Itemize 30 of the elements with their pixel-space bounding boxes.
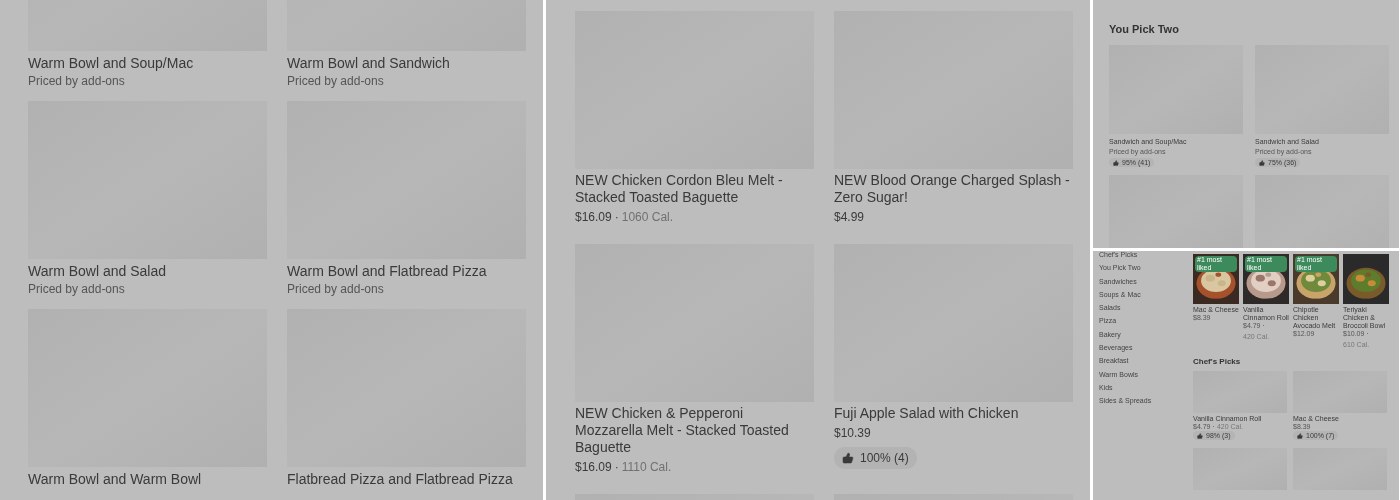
thumbs-up-icon — [842, 452, 854, 464]
item-price: $4.99 — [834, 209, 865, 226]
item-title[interactable]: Warm Bowl and Soup/Mac — [28, 54, 267, 72]
separator: · — [614, 459, 619, 476]
item-subtitle: Priced by add-ons — [287, 281, 385, 298]
item-title[interactable]: NEW Chicken & Pepperoni Mozzarella Melt - Stacked Toasted Baguette — [575, 405, 814, 456]
thumbs-up-icon — [1297, 432, 1303, 439]
item-price: $16.09 — [575, 209, 612, 226]
item-calories: 1110 Cal. — [621, 459, 672, 476]
section-heading: You Pick Two — [1109, 22, 1180, 36]
item-title[interactable]: Warm Bowl and Sandwich — [287, 54, 526, 72]
item-title[interactable]: NEW Chicken Cordon Bleu Melt - Stacked Toasted Baguette — [575, 172, 814, 206]
item-subtitle: Priced by add-ons — [287, 73, 385, 90]
item-title[interactable]: NEW Blood Orange Charged Splash - Zero Sugar! — [834, 172, 1073, 206]
item-title[interactable]: Fuji Apple Salad with Chicken — [834, 405, 1073, 422]
item-price: $16.09 — [575, 459, 612, 476]
thumbs-up-icon — [1197, 432, 1203, 439]
item-title[interactable]: Warm Bowl and Warm Bowl — [28, 470, 267, 488]
item-subtitle: Priced by add-ons — [28, 73, 126, 90]
item-title[interactable]: Warm Bowl and Salad — [28, 262, 267, 280]
section-heading: Chef's Picks — [1193, 357, 1242, 367]
thumbs-up-icon — [1259, 159, 1265, 166]
item-title[interactable]: Flatbread Pizza and Flatbread Pizza — [287, 470, 526, 488]
item-subtitle: Priced by add-ons — [28, 281, 126, 298]
item-price: $10.39 — [834, 425, 871, 442]
separator: · — [614, 209, 619, 226]
item-title[interactable]: Warm Bowl and Flatbread Pizza — [287, 262, 526, 280]
thumbs-up-icon — [1113, 159, 1119, 166]
rating-badge: 100% (4) — [834, 447, 917, 469]
item-calories: 1060 Cal. — [621, 209, 674, 226]
